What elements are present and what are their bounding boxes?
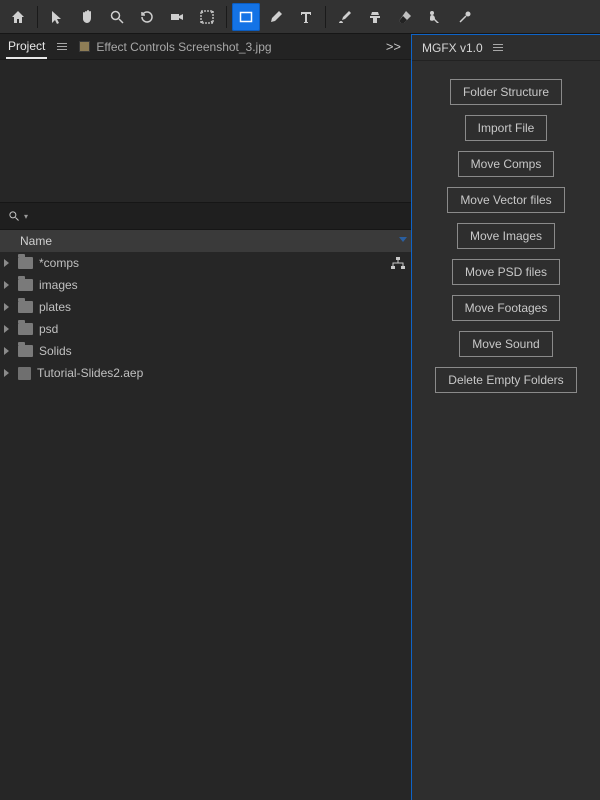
mgfx-panel-tabs: MGFX v1.0 (412, 35, 600, 61)
expand-caret-icon[interactable] (4, 325, 12, 333)
type-tool-icon[interactable] (292, 3, 320, 31)
move-comps-button[interactable]: Move Comps (458, 151, 555, 177)
project-panel: Project Effect Controls Screenshot_3.jpg… (0, 34, 412, 800)
move-vector-files-button[interactable]: Move Vector files (447, 187, 564, 213)
chevron-down-icon: ▾ (24, 212, 28, 221)
panel-menu-icon[interactable] (493, 44, 503, 51)
expand-caret-icon[interactable] (4, 259, 12, 267)
zoom-tool-icon[interactable] (103, 3, 131, 31)
home-icon[interactable] (4, 3, 32, 31)
project-column-header[interactable]: Name (0, 230, 411, 252)
main-toolbar (0, 0, 600, 34)
folder-icon (18, 345, 33, 357)
main-split: Project Effect Controls Screenshot_3.jpg… (0, 34, 600, 800)
column-name-label: Name (20, 234, 52, 248)
project-folder-row[interactable]: *comps (0, 252, 411, 274)
folder-icon (18, 301, 33, 313)
expand-caret-icon[interactable] (4, 281, 12, 289)
rectangle-tool-icon[interactable] (232, 3, 260, 31)
project-folder-row[interactable]: images (0, 274, 411, 296)
item-label: Solids (39, 344, 72, 358)
selection-tool-icon[interactable] (43, 3, 71, 31)
flowchart-icon[interactable] (391, 257, 405, 269)
eraser-tool-icon[interactable] (391, 3, 419, 31)
puppet-pin-tool-icon[interactable] (451, 3, 479, 31)
move-footages-button[interactable]: Move Footages (452, 295, 561, 321)
expand-caret-icon[interactable] (4, 303, 12, 311)
tabs-overflow-button[interactable]: >> (382, 39, 405, 54)
clone-stamp-tool-icon[interactable] (361, 3, 389, 31)
tab-project[interactable]: Project (6, 35, 47, 59)
orbit-tool-icon[interactable] (133, 3, 161, 31)
item-label: Tutorial-Slides2.aep (37, 366, 143, 380)
project-search-input[interactable] (34, 209, 403, 223)
project-folder-row[interactable]: plates (0, 296, 411, 318)
pen-tool-icon[interactable] (262, 3, 290, 31)
panel-menu-icon[interactable] (57, 43, 67, 50)
tab-effect-controls[interactable]: Effect Controls Screenshot_3.jpg (77, 36, 273, 58)
item-label: *comps (39, 256, 79, 270)
brush-tool-icon[interactable] (331, 3, 359, 31)
project-folder-row[interactable]: psd (0, 318, 411, 340)
region-of-interest-icon[interactable] (193, 3, 221, 31)
delete-empty-folders-button[interactable]: Delete Empty Folders (435, 367, 576, 393)
folder-icon (18, 323, 33, 335)
tab-project-label: Project (8, 39, 45, 53)
roto-brush-tool-icon[interactable] (421, 3, 449, 31)
folder-icon (18, 257, 33, 269)
toolbar-separator (226, 6, 227, 28)
move-psd-files-button[interactable]: Move PSD files (452, 259, 560, 285)
camera-tool-icon[interactable] (163, 3, 191, 31)
project-file-row[interactable]: Tutorial-Slides2.aep (0, 362, 411, 384)
toolbar-separator (37, 6, 38, 28)
item-label: plates (39, 300, 71, 314)
toolbar-separator (325, 6, 326, 28)
project-item-list: *comps images plates (0, 252, 411, 800)
mgfx-title: MGFX v1.0 (422, 41, 483, 55)
search-icon (8, 210, 20, 222)
project-preview-area (0, 60, 411, 202)
item-label: psd (39, 322, 58, 336)
file-thumb-icon (79, 41, 90, 52)
tab-effect-controls-label: Effect Controls Screenshot_3.jpg (96, 40, 271, 54)
aep-file-icon (18, 367, 31, 380)
mgfx-panel: MGFX v1.0 Folder Structure Import File M… (412, 34, 600, 800)
folder-icon (18, 279, 33, 291)
project-panel-body: ▾ Name *comps im (0, 60, 411, 800)
folder-structure-button[interactable]: Folder Structure (450, 79, 562, 105)
move-images-button[interactable]: Move Images (457, 223, 555, 249)
hand-tool-icon[interactable] (73, 3, 101, 31)
expand-caret-icon[interactable] (4, 369, 12, 377)
mgfx-button-column: Folder Structure Import File Move Comps … (412, 61, 600, 411)
left-panel-tabs: Project Effect Controls Screenshot_3.jpg… (0, 34, 411, 60)
item-label: images (39, 278, 78, 292)
project-search[interactable]: ▾ (0, 202, 411, 230)
move-sound-button[interactable]: Move Sound (459, 331, 552, 357)
import-file-button[interactable]: Import File (465, 115, 548, 141)
project-folder-row[interactable]: Solids (0, 340, 411, 362)
expand-caret-icon[interactable] (4, 347, 12, 355)
